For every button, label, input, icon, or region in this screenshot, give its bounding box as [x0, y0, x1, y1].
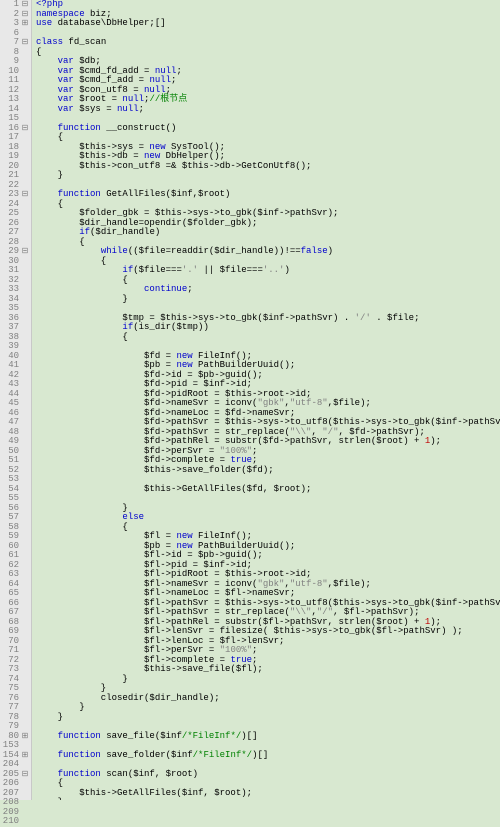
code-line[interactable]: $this->GetAllFiles($inf, $root); — [36, 789, 500, 799]
fold-marker[interactable]: ⊟ — [21, 124, 29, 134]
code-line[interactable]: { — [36, 48, 500, 58]
fold-marker[interactable]: ⊞ — [21, 732, 29, 742]
code-line[interactable]: if($dir_handle) — [36, 228, 500, 238]
code-line[interactable]: } — [36, 295, 500, 305]
fold-marker[interactable]: ⊟ — [21, 38, 29, 48]
code-line[interactable]: use database\DbHelper;[] — [36, 19, 500, 29]
fold-marker[interactable]: ⊟ — [21, 10, 29, 20]
code-line[interactable]: } — [36, 171, 500, 181]
fold-marker[interactable]: ⊟ — [21, 190, 29, 200]
fold-marker[interactable]: ⊞ — [21, 19, 29, 29]
code-line[interactable]: $this->GetAllFiles($fd, $root); — [36, 485, 500, 495]
fold-marker[interactable]: ⊟ — [21, 0, 29, 10]
line-number: 210 — [0, 817, 29, 827]
code-line[interactable]: function save_folder($inf/*FileInf*/)[] — [36, 751, 500, 761]
code-line[interactable]: } — [36, 713, 500, 723]
code-line[interactable]: $this->save_folder($fd); — [36, 466, 500, 476]
code-line[interactable]: $this->con_utf8 =& $this->db->GetConUtf8… — [36, 162, 500, 172]
line-number: 208 — [0, 798, 29, 808]
line-number: 209 — [0, 808, 29, 818]
code-editor-content[interactable]: <?phpnamespace biz;use database\DbHelper… — [32, 0, 500, 800]
code-line[interactable]: } — [36, 703, 500, 713]
fold-marker[interactable]: ⊟ — [21, 770, 29, 780]
code-line[interactable]: class fd_scan — [36, 38, 500, 48]
code-line[interactable]: function scan($inf, $root) — [36, 770, 500, 780]
code-line[interactable]: { — [36, 333, 500, 343]
code-line[interactable]: function __construct() — [36, 124, 500, 134]
code-line[interactable]: function GetAllFiles($inf,$root) — [36, 190, 500, 200]
code-line[interactable]: closedir($dir_handle); — [36, 694, 500, 704]
line-number-gutter: 1⊟2⊟3⊞67⊟8910111213141516⊟17181920212223… — [0, 0, 32, 800]
fold-marker[interactable]: ⊞ — [21, 751, 29, 761]
code-line[interactable]: function save_file($inf/*FileInf*/)[] — [36, 732, 500, 742]
fold-marker[interactable]: ⊟ — [21, 247, 29, 257]
code-line[interactable]: var $sys = null; — [36, 105, 500, 115]
